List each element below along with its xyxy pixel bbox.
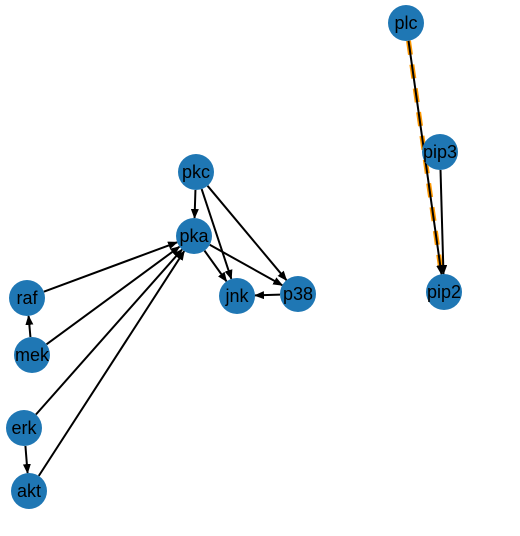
edge-pkc-pka <box>195 190 196 218</box>
node-pip2: pip2 <box>426 274 462 310</box>
node-pka: pka <box>176 218 212 254</box>
edge-p38-jnk <box>255 295 280 296</box>
node-plc: plc <box>388 5 424 41</box>
node-akt: akt <box>11 473 47 509</box>
node-circle-pip3 <box>422 134 458 170</box>
edge-erk-pka <box>36 249 182 414</box>
node-circle-akt <box>11 473 47 509</box>
node-pkc: pkc <box>178 154 214 190</box>
node-circle-pka <box>176 218 212 254</box>
node-circle-pkc <box>178 154 214 190</box>
node-pip3: pip3 <box>422 134 458 170</box>
node-p38: p38 <box>280 276 316 312</box>
edge-mek-raf <box>29 316 31 337</box>
edge-pka-p38 <box>210 245 283 285</box>
edges-layer <box>25 41 443 476</box>
node-circle-mek <box>14 337 50 373</box>
node-circle-pip2 <box>426 274 462 310</box>
edge-mek-pka <box>47 247 180 345</box>
node-jnk: jnk <box>219 278 255 314</box>
edge-erk-akt <box>25 446 27 473</box>
node-circle-raf <box>9 280 45 316</box>
graph-canvas: plc pip3 pip2 pkc pka raf mek jnk p38 erk akt <box>0 0 520 536</box>
edge-raf-pka <box>44 242 177 291</box>
node-circle-plc <box>388 5 424 41</box>
node-circle-jnk <box>219 278 255 314</box>
nodes-layer: plc pip3 pip2 pkc pka raf mek jnk p38 erk akt <box>6 5 462 509</box>
node-mek: mek <box>14 337 50 373</box>
node-circle-erk <box>6 410 42 446</box>
node-erk: erk <box>6 410 42 446</box>
node-raf: raf <box>9 280 45 316</box>
node-circle-p38 <box>280 276 316 312</box>
